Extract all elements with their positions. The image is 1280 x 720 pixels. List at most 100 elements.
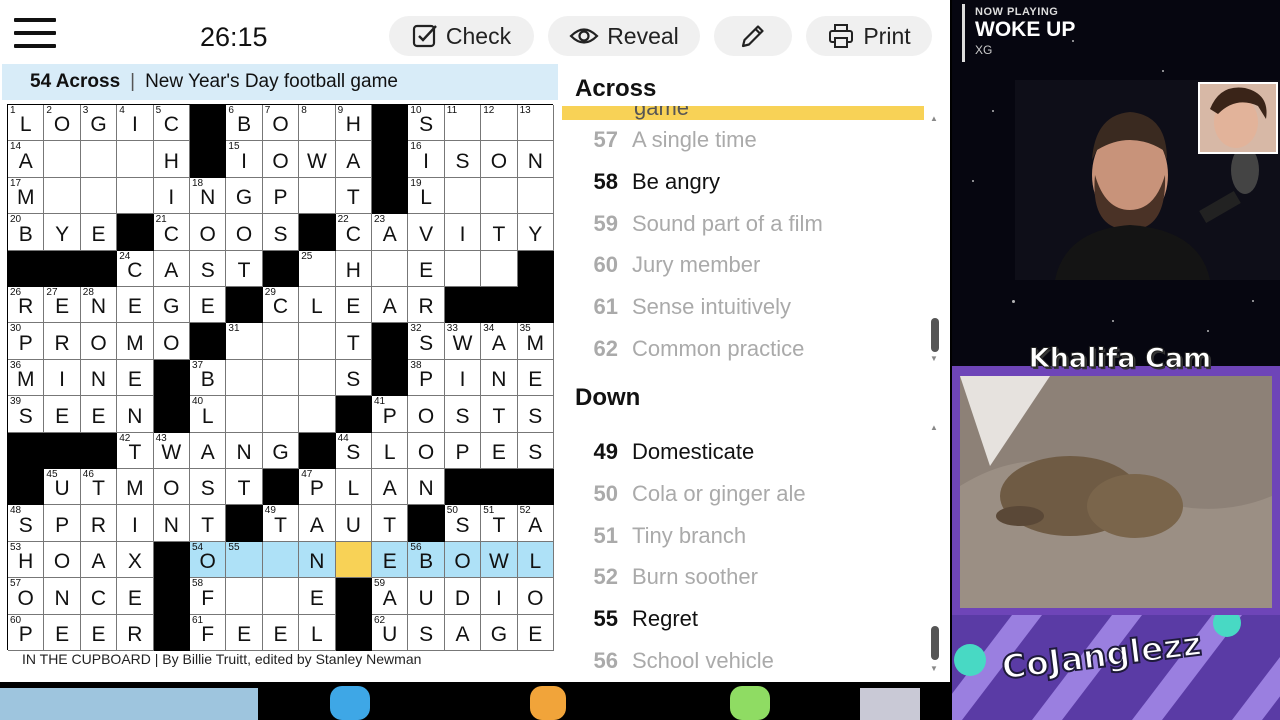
grid-cell[interactable] xyxy=(44,177,81,215)
grid-cell[interactable]: 24 C xyxy=(117,250,154,287)
grid-cell[interactable]: 21 C xyxy=(153,214,190,251)
grid-cell[interactable] xyxy=(481,177,518,215)
grid-cell[interactable]: A xyxy=(299,505,336,542)
grid-cell[interactable]: 40 L xyxy=(190,396,227,433)
grid-cell[interactable]: L xyxy=(335,469,372,506)
grid-cell[interactable]: L xyxy=(517,541,554,579)
grid-cell[interactable] xyxy=(262,578,300,615)
grid-cell[interactable]: 12 xyxy=(481,105,518,142)
grid-cell[interactable]: I xyxy=(153,177,190,215)
grid-cell[interactable]: 38 P xyxy=(408,359,445,397)
grid-cell[interactable]: 5C xyxy=(153,105,190,142)
grid-cell[interactable] xyxy=(80,141,118,178)
grid-cell[interactable] xyxy=(372,250,409,287)
clue-item[interactable]: 49 Domesticate xyxy=(578,432,918,472)
grid-cell[interactable]: O xyxy=(44,541,81,579)
grid-cell[interactable]: I xyxy=(444,214,482,251)
grid-cell[interactable]: S xyxy=(335,359,372,397)
grid-cell[interactable]: S xyxy=(517,432,554,469)
grid-cell[interactable]: 62 U xyxy=(372,614,409,651)
grid-cell[interactable]: N xyxy=(44,578,81,615)
grid-cell[interactable] xyxy=(226,578,263,615)
grid-cell[interactable]: 54 O xyxy=(190,541,227,579)
grid-cell[interactable]: 46 T xyxy=(80,469,118,506)
grid-cell[interactable]: N xyxy=(80,359,118,397)
grid-cell[interactable]: 29 C xyxy=(262,287,300,324)
grid-cell[interactable]: 45 U xyxy=(44,469,81,506)
grid-cell[interactable]: 53 H xyxy=(8,541,45,579)
grid-cell[interactable]: P xyxy=(44,505,81,542)
grid-cell[interactable]: O xyxy=(444,541,482,579)
clue-item[interactable]: 50 Cola or ginger ale xyxy=(578,474,918,514)
grid-cell[interactable]: 59 A xyxy=(372,578,409,615)
grid-cell[interactable]: 2O xyxy=(44,105,81,142)
grid-cell[interactable]: A xyxy=(335,141,372,178)
grid-cell[interactable]: I xyxy=(117,505,154,542)
grid-cell[interactable]: 28 N xyxy=(80,287,118,324)
grid-cell[interactable]: 42 T xyxy=(117,432,154,469)
grid-cell[interactable]: E xyxy=(117,578,154,615)
grid-cell[interactable]: 35 M xyxy=(517,323,554,360)
clue-item[interactable]: 60 Jury member xyxy=(578,245,918,285)
grid-cell[interactable]: 48 S xyxy=(8,505,45,542)
pencil-button[interactable] xyxy=(714,16,792,56)
grid-cell[interactable]: E xyxy=(44,396,81,433)
grid-cell[interactable]: O xyxy=(80,323,118,360)
grid-cell[interactable]: L xyxy=(372,432,409,469)
grid-cell[interactable]: E xyxy=(44,614,81,651)
grid-cell[interactable] xyxy=(299,396,336,433)
grid-cell[interactable]: 57 O xyxy=(8,578,45,615)
grid-cell[interactable]: 13 xyxy=(517,105,554,142)
grid-cell[interactable] xyxy=(117,141,154,178)
grid-cell[interactable]: 32 S xyxy=(408,323,445,360)
grid-cell[interactable]: E xyxy=(335,287,372,324)
grid-cell[interactable]: 26 R xyxy=(8,287,45,324)
grid-cell[interactable] xyxy=(299,177,336,215)
grid-cell[interactable]: E xyxy=(226,614,263,651)
grid-cell[interactable]: E xyxy=(517,614,554,651)
grid-cell[interactable]: H xyxy=(335,250,372,287)
grid-cell[interactable]: 17 M xyxy=(8,177,45,215)
grid-cell[interactable]: E xyxy=(408,250,445,287)
clue-item[interactable]: 57 A single time xyxy=(578,120,918,160)
grid-cell[interactable]: S xyxy=(444,141,482,178)
grid-cell[interactable] xyxy=(299,323,336,360)
grid-cell[interactable]: 8 xyxy=(299,105,336,142)
grid-cell[interactable]: O xyxy=(190,214,227,251)
clue-item[interactable]: 52 Burn soother xyxy=(578,557,918,597)
grid-cell[interactable] xyxy=(226,396,263,433)
grid-cell[interactable]: X xyxy=(117,541,154,579)
grid-cell[interactable]: T xyxy=(481,214,518,251)
grid-cell[interactable]: R xyxy=(44,323,81,360)
grid-cell[interactable]: E xyxy=(80,214,118,251)
grid-cell[interactable]: O xyxy=(153,323,190,360)
grid-cell[interactable] xyxy=(262,396,300,433)
grid-cell[interactable]: A xyxy=(372,287,409,324)
check-button[interactable]: Check xyxy=(389,16,534,56)
grid-cell[interactable]: R xyxy=(117,614,154,651)
grid-cell[interactable]: N xyxy=(408,469,445,506)
grid-cell[interactable]: N xyxy=(299,541,336,579)
grid-cell[interactable] xyxy=(517,177,554,215)
grid-cell[interactable]: E xyxy=(372,541,409,579)
down-scroll-up-icon[interactable]: ▲ xyxy=(930,423,938,432)
grid-cell[interactable]: N xyxy=(117,396,154,433)
grid-cell[interactable]: 19 L xyxy=(408,177,445,215)
grid-cell[interactable]: 7O xyxy=(262,105,300,142)
grid-cell[interactable]: D xyxy=(444,578,482,615)
grid-cell[interactable]: I xyxy=(444,359,482,397)
clue-item[interactable]: 51 Tiny branch xyxy=(578,516,918,556)
grid-cell[interactable]: A xyxy=(444,614,482,651)
clue-item[interactable]: 59 Sound part of a film xyxy=(578,204,918,244)
grid-cell[interactable]: E xyxy=(80,614,118,651)
grid-cell[interactable]: H xyxy=(153,141,190,178)
grid-cell[interactable]: P xyxy=(444,432,482,469)
grid-cell[interactable]: O xyxy=(226,214,263,251)
across-scroll-down-icon[interactable]: ▼ xyxy=(930,354,938,363)
grid-cell[interactable]: A xyxy=(80,541,118,579)
grid-cell[interactable]: E xyxy=(517,359,554,397)
grid-cell[interactable]: N xyxy=(481,359,518,397)
grid-cell[interactable]: S xyxy=(190,250,227,287)
grid-cell[interactable]: 31 xyxy=(226,323,263,360)
grid-cell[interactable]: 34 A xyxy=(481,323,518,360)
